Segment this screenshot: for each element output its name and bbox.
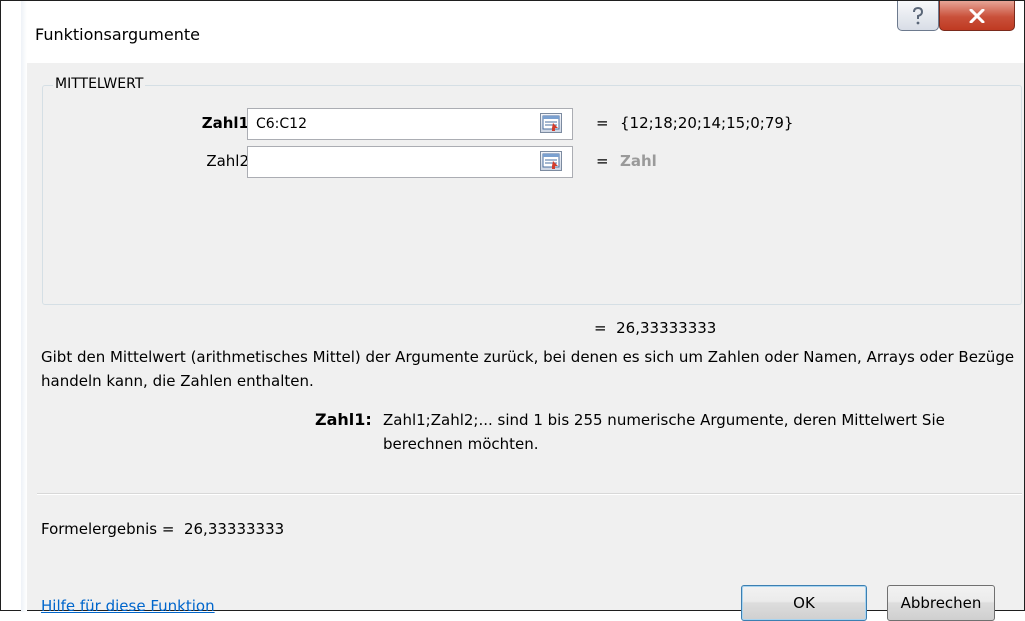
cancel-button[interactable]: Abbrechen bbox=[887, 585, 995, 621]
argument-label-zahl1: Zahl1 bbox=[201, 114, 249, 132]
function-result-equals: = bbox=[594, 319, 607, 337]
divider bbox=[37, 493, 1022, 495]
argument-label-zahl2: Zahl2 bbox=[206, 152, 249, 170]
help-button[interactable] bbox=[897, 1, 939, 31]
argument-equals-zahl1: = bbox=[596, 114, 609, 132]
arguments-group: MITTELWERT Zahl1 = {12;18;20;14;15;0;79} bbox=[42, 76, 1023, 305]
formula-result: Formelergebnis = 26,33333333 bbox=[41, 520, 284, 538]
function-result: = 26,33333333 bbox=[594, 319, 716, 337]
function-arguments-dialog: Funktionsargumente MITTELWERT Zahl1 C6:C… bbox=[0, 0, 1025, 621]
argument-input-zahl2[interactable] bbox=[247, 146, 573, 178]
collapse-dialog-button-zahl1[interactable] bbox=[540, 113, 562, 133]
window-title: Funktionsargumente bbox=[35, 25, 200, 44]
ok-button[interactable]: OK bbox=[741, 585, 867, 621]
argument-help-text: Zahl1;Zahl2;... sind 1 bis 255 numerisch… bbox=[383, 411, 945, 453]
formula-result-label: Formelergebnis = bbox=[41, 520, 175, 538]
collapse-dialog-icon bbox=[542, 153, 560, 169]
argument-value-zahl2: Zahl bbox=[620, 152, 657, 170]
function-description: Gibt den Mittelwert (arithmetisches Mitt… bbox=[41, 348, 1015, 390]
argument-help-name: Zahl1: bbox=[315, 410, 372, 429]
title-bar[interactable]: Funktionsargumente bbox=[27, 1, 1024, 63]
formula-result-value: 26,33333333 bbox=[183, 520, 285, 538]
argument-row-zahl1: Zahl1 = {12;18;20;14;15;0;79} bbox=[43, 108, 1023, 140]
argument-input-zahl1[interactable] bbox=[247, 108, 573, 140]
argument-equals-zahl2: = bbox=[596, 152, 609, 170]
function-name-label: MITTELWERT bbox=[53, 76, 146, 92]
argument-row-zahl2: Zahl2 = Zahl bbox=[43, 146, 1023, 178]
function-result-value: 26,33333333 bbox=[616, 319, 717, 337]
dialog-body: MITTELWERT Zahl1 = {12;18;20;14;15;0;79} bbox=[27, 63, 1024, 621]
help-link[interactable]: Hilfe für diese Funktion bbox=[41, 597, 215, 615]
argument-value-zahl1: {12;18;20;14;15;0;79} bbox=[620, 114, 794, 132]
help-icon bbox=[913, 6, 924, 24]
close-button[interactable] bbox=[939, 1, 1015, 31]
collapse-dialog-button-zahl2[interactable] bbox=[540, 151, 562, 171]
close-icon bbox=[969, 8, 985, 23]
collapse-dialog-icon bbox=[542, 115, 560, 131]
